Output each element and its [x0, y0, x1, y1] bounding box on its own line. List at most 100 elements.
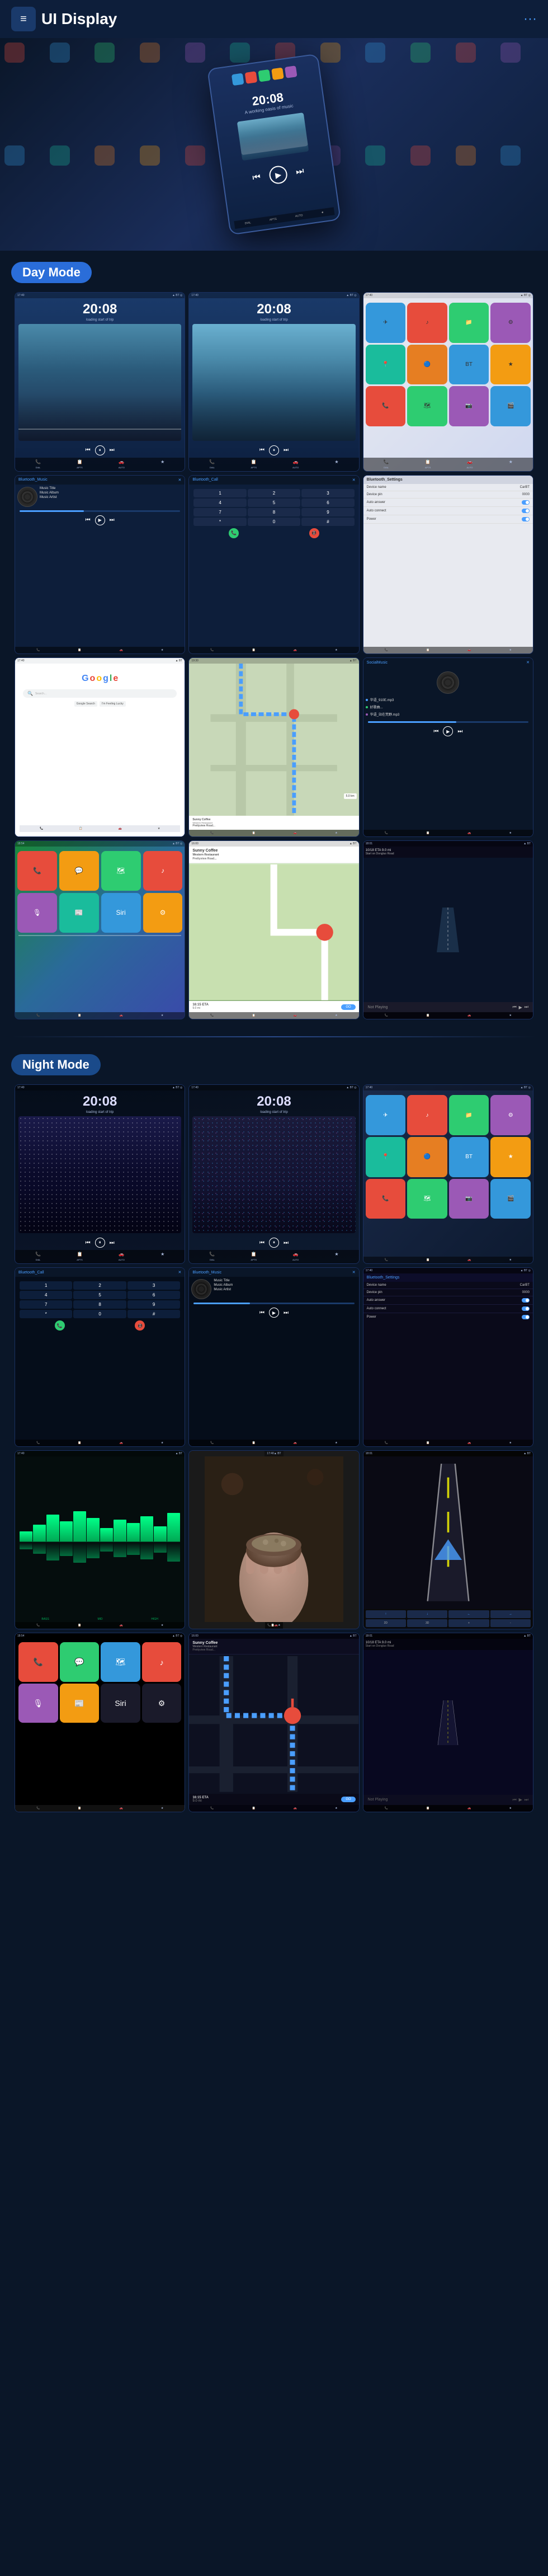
- map-distance-label: 5.0 km: [344, 793, 357, 799]
- n-toggle-connect[interactable]: [522, 1306, 530, 1311]
- bt-settings-auto-day: 🚗: [467, 648, 471, 652]
- carplay-bottom-night: 📞 📋 🚗 ★: [15, 1805, 185, 1812]
- n-dial-1[interactable]: 1: [20, 1281, 72, 1290]
- n-toggle-auto-answer[interactable]: [522, 1298, 530, 1303]
- n-dial-7[interactable]: 7: [20, 1300, 72, 1309]
- n-dial-0[interactable]: 0: [73, 1310, 126, 1318]
- status-bar-google: 17:40▲ BT: [15, 658, 185, 664]
- dial-7[interactable]: 7: [193, 508, 246, 516]
- dial-2[interactable]: 2: [248, 489, 300, 497]
- mini-nav-night: 16:00▲ BT Sunny Coffee Western Restauran…: [189, 1633, 358, 1812]
- n-app-icon-6: 🔵: [407, 1137, 447, 1177]
- n-dial-9[interactable]: 9: [127, 1300, 180, 1309]
- n-music-star: ★: [335, 1441, 337, 1445]
- status-bar-1: 17:40▲ BT ◎: [15, 293, 185, 298]
- day-screen-6: Bluetooth_Settings Device name CarBT Dev…: [363, 475, 533, 655]
- night-next-1: ⏭: [110, 1240, 115, 1246]
- track-album-day: Music Album: [40, 491, 182, 495]
- map-area-day: 5.0 km: [189, 664, 358, 816]
- dial-0[interactable]: 0: [248, 518, 300, 526]
- dial-hash[interactable]: #: [301, 518, 354, 526]
- bt-next-day: ⏭: [110, 517, 115, 523]
- n-np-bottom: 📞 📋 🚗 ★: [363, 1805, 533, 1812]
- nav-btn-3[interactable]: ←: [448, 1610, 489, 1618]
- dial-star[interactable]: *: [193, 518, 246, 526]
- eq-mirror-9: [127, 1543, 140, 1555]
- n-app-icon-2: ♪: [407, 1095, 447, 1135]
- nav-btn-5[interactable]: 2D: [366, 1619, 406, 1627]
- bt-call-dial-day: 📞: [210, 648, 214, 652]
- n-dial-8[interactable]: 8: [73, 1300, 126, 1309]
- not-playing-eta-area: 10/18 ETA 9.0 mi Start on Dongluo Road: [363, 847, 533, 858]
- google-search-btn[interactable]: Google Search: [74, 701, 97, 707]
- google-search-bar[interactable]: 🔍 Search...: [23, 689, 177, 698]
- dial-9[interactable]: 9: [301, 508, 354, 516]
- toggle-auto-answer[interactable]: [522, 500, 530, 505]
- google-lucky-btn[interactable]: I'm Feeling Lucky: [100, 701, 126, 707]
- mini-prev-1: ⏮: [86, 447, 91, 453]
- mini-carplay-night: 18:54▲ BT ◎ 📞 💬 🗺 ♪ 🎙 📰 Siri ⚙ 📞 📋 🚗: [15, 1633, 185, 1812]
- eq-star-night: ★: [161, 1624, 163, 1627]
- toggle-power[interactable]: [522, 517, 530, 521]
- nav-go-btn-day[interactable]: GO: [341, 1004, 355, 1010]
- app-icon-8: ★: [490, 345, 531, 385]
- night-app-grid: ✈ ♪ 📁 ⚙ 📍 🔵 BT ★ 📞 🗺 📷 🎬: [363, 1093, 533, 1221]
- nav-btn-2[interactable]: ↓: [407, 1610, 447, 1618]
- np-apts-day: 📋: [426, 1014, 429, 1017]
- dial-6[interactable]: 6: [301, 499, 354, 507]
- night-play-2: ⏸: [269, 1238, 279, 1248]
- mini-map-day: 19:30▲ BT 5.0 km: [189, 658, 358, 836]
- n-dial-6[interactable]: 6: [127, 1291, 180, 1299]
- settings-row-power: Power: [363, 515, 533, 524]
- social-title-day: SocialMusic: [367, 661, 388, 665]
- dial-3[interactable]: 3: [301, 489, 354, 497]
- day-screen-4: Bluetooth_Music ✕ Music Title Music Albu…: [15, 475, 185, 655]
- food-star-night: ★: [278, 1624, 280, 1627]
- eq-mirror-10: [140, 1543, 153, 1559]
- nav-btn-6[interactable]: 3D: [407, 1619, 447, 1627]
- road-nav-buttons: ↑ ↓ ← → 2D 3D + -: [363, 1609, 533, 1628]
- not-playing-road-text: Start on Dongluo Road: [366, 852, 531, 855]
- n-go-btn[interactable]: GO: [341, 1797, 355, 1802]
- menu-dots-icon[interactable]: ···: [523, 11, 537, 27]
- nav-btn-8[interactable]: -: [490, 1619, 531, 1627]
- social-content-day: 华语_910E.mp3 好歌曲... 华语_站在荒野.mp3: [363, 667, 533, 720]
- night-screen-1: 17:40▲ BT ◎ 20:08 loading start of trip …: [15, 1084, 185, 1264]
- mini-play-1: ⏸: [95, 445, 105, 455]
- n-nav-auto: 🚗: [294, 1807, 297, 1810]
- dial-4[interactable]: 4: [193, 499, 246, 507]
- n-nav-address: Prettyview Road...: [192, 1648, 355, 1652]
- nav-btn-4[interactable]: →: [490, 1610, 531, 1618]
- nav-btn-7[interactable]: +: [448, 1619, 489, 1627]
- toggle-auto-connect[interactable]: [522, 509, 530, 513]
- mini-bottom-3: 📞DIAL 📋APTS 🚗AUTO ★: [363, 458, 533, 471]
- mini-nav-day: 16:00▲ BT Sunny Coffee Western Restauran…: [189, 841, 358, 1019]
- n-dial-2[interactable]: 2: [73, 1281, 126, 1290]
- night-next-2: ⏭: [284, 1240, 289, 1246]
- n-toggle-power[interactable]: [522, 1315, 530, 1319]
- call-btn[interactable]: 📞: [229, 528, 239, 538]
- n-dial-5[interactable]: 5: [73, 1291, 126, 1299]
- n-np-label: Not Playing: [368, 1798, 388, 1802]
- nav-btn-1[interactable]: ↑: [366, 1610, 406, 1618]
- n-dial-3[interactable]: 3: [127, 1281, 180, 1290]
- n-end-call-btn[interactable]: 📵: [135, 1320, 145, 1331]
- dial-8[interactable]: 8: [248, 508, 300, 516]
- end-call-btn[interactable]: 📵: [309, 528, 319, 538]
- n-dial-4[interactable]: 4: [20, 1291, 72, 1299]
- map-star-day: ★: [335, 831, 337, 835]
- nav-apts-day: 📋: [252, 1014, 256, 1017]
- dial-1[interactable]: 1: [193, 489, 246, 497]
- prev-icon: ⏮: [252, 172, 261, 184]
- l-letter: l: [110, 674, 112, 684]
- nav-status-night: 16:00▲ BT: [189, 1633, 358, 1639]
- ios-divider-day: [18, 935, 181, 936]
- n-dial-star[interactable]: *: [20, 1310, 72, 1318]
- n-call-btn[interactable]: 📞: [55, 1320, 65, 1331]
- hero-device-controls: ⏮ ▶ ⏭: [251, 162, 305, 187]
- mini-auto-2: 🚗AUTO: [292, 459, 299, 469]
- n-dial-hash[interactable]: #: [127, 1310, 180, 1318]
- dial-5[interactable]: 5: [248, 499, 300, 507]
- n-app-icon-1: ✈: [366, 1095, 406, 1135]
- mini-bt-settings-night: 17:40▲ BT ◎ Bluetooth_Settings Device na…: [363, 1268, 533, 1446]
